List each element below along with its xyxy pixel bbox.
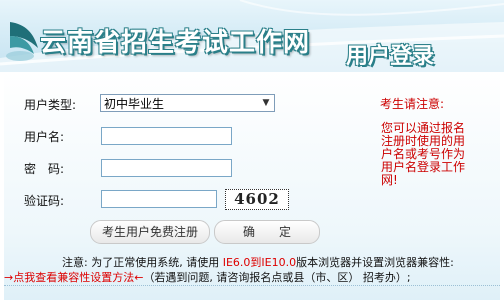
register-button[interactable]: 考生用户免费注册 <box>90 220 210 244</box>
captcha-input[interactable] <box>101 190 217 208</box>
logo-icon <box>6 22 38 61</box>
notice-title: 考生请注意: <box>380 97 445 111</box>
chevron-down-icon[interactable]: ▼ <box>258 95 274 111</box>
compat-settings-link[interactable]: →点我查看兼容性设置方法← <box>4 271 143 284</box>
password-label: 密 码: <box>24 162 65 176</box>
page-title: 用户登录 <box>346 44 435 69</box>
captcha-label: 验证码: <box>24 194 65 208</box>
compat-help-text: （若遇到问题, 请咨询报名点或县（市、区） 招考办）; <box>143 271 411 284</box>
password-input[interactable] <box>101 159 232 177</box>
confirm-button[interactable]: 确 定 <box>214 220 320 244</box>
browser-version-highlight: IE6.0到IE10.0 <box>222 256 297 269</box>
compat-line: →点我查看兼容性设置方法←（若遇到问题, 请咨询报名点或县（市、区） 招考办）; <box>4 269 411 285</box>
footer-divider <box>4 285 500 286</box>
browser-notice-suffix: 版本浏览器并设置浏览器兼容性: <box>296 256 454 269</box>
username-label: 用户名: <box>24 130 65 144</box>
user-type-label: 用户类型: <box>24 98 77 112</box>
user-type-selected-value: 初中毕业生 <box>104 97 165 111</box>
notice-body: 您可以通过报名注册时使用的用户名或考号作为用户名登录工作网! <box>381 121 466 187</box>
site-title: 云南省招生考试工作网 <box>40 28 311 58</box>
browser-notice-prefix: 注意: 为了正常使用系统, 请使用 <box>62 256 223 269</box>
captcha-image[interactable]: 4602 <box>225 189 289 210</box>
header-banner: 云南省招生考试工作网 用户登录 <box>0 0 504 72</box>
user-type-select[interactable]: 初中毕业生 ▼ <box>100 94 275 112</box>
username-input[interactable] <box>101 127 232 145</box>
browser-notice: 注意: 为了正常使用系统, 请使用 IE6.0到IE10.0版本浏览器并设置浏览… <box>62 254 454 270</box>
